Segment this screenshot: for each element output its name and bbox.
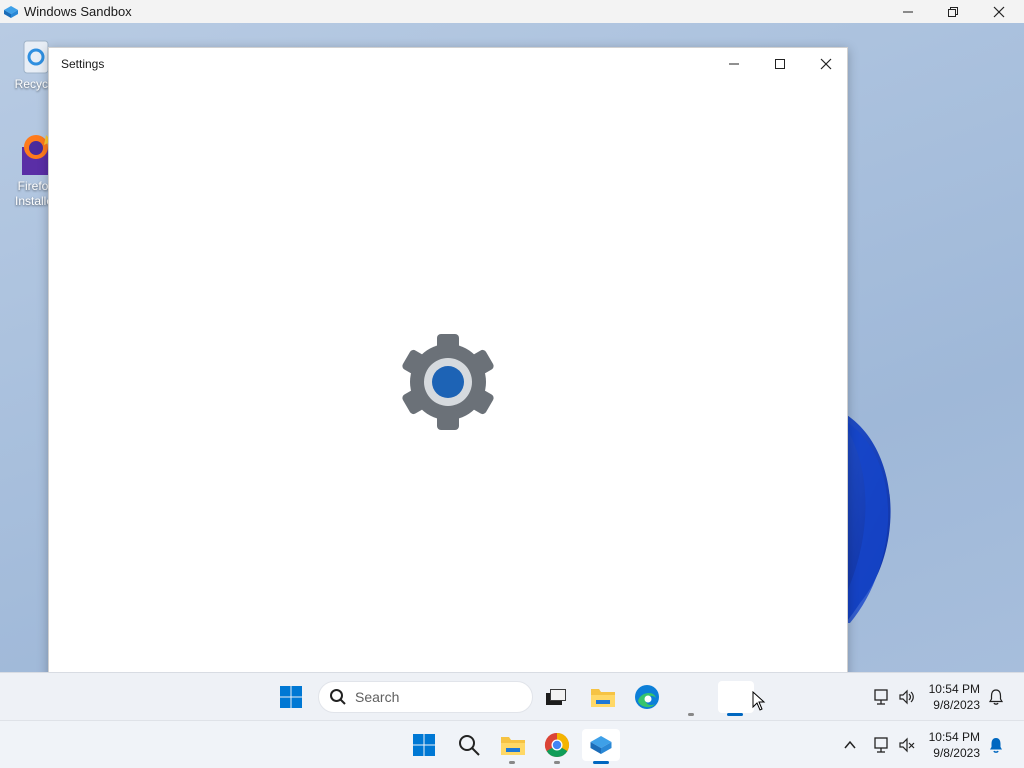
mouse-cursor-icon (752, 691, 766, 711)
minimize-icon (903, 11, 913, 12)
edge-button[interactable] (631, 681, 663, 713)
settings-window-title: Settings (61, 57, 105, 71)
host-clock[interactable]: 10:54 PM 9/8/2023 (924, 729, 980, 761)
maximize-icon (775, 59, 785, 69)
sandbox-clock[interactable]: 10:54 PM 9/8/2023 (924, 681, 980, 713)
active-app-indicator (593, 761, 609, 764)
task-view-icon (546, 689, 566, 705)
search-placeholder: Search (355, 689, 400, 705)
settings-app-button[interactable] (718, 681, 754, 713)
sandbox-taskbar: Search 10:54 PM 9/8/2023 (0, 672, 1024, 720)
sandbox-desktop: Recycle Firefox Installer Settings (0, 23, 1024, 672)
host-sandbox-button[interactable] (582, 729, 620, 761)
clock-time: 10:54 PM (928, 682, 980, 696)
running-indicator (554, 761, 560, 764)
minimize-icon (729, 63, 739, 65)
file-explorer-icon (501, 737, 525, 755)
host-window-title: Windows Sandbox (24, 4, 132, 19)
settings-close-button[interactable] (803, 48, 849, 80)
file-explorer-button[interactable] (587, 681, 619, 713)
file-explorer-icon (591, 689, 615, 707)
restore-icon (948, 6, 958, 17)
search-icon (459, 735, 480, 756)
volume-muted-icon[interactable] (898, 736, 916, 754)
close-icon (993, 6, 1005, 17)
host-file-explorer-button[interactable] (497, 729, 529, 761)
host-start-button[interactable] (408, 729, 440, 761)
close-icon (820, 58, 832, 70)
start-button[interactable] (275, 681, 307, 713)
start-icon (413, 734, 435, 756)
network-icon[interactable] (873, 736, 891, 754)
gear-icon (402, 334, 494, 430)
start-icon (280, 686, 302, 708)
network-icon[interactable] (873, 688, 891, 706)
settings-maximize-button[interactable] (757, 48, 803, 80)
taskbar-search-box[interactable]: Search (318, 681, 533, 713)
chrome-icon (544, 733, 570, 758)
active-app-indicator (727, 713, 743, 716)
task-view-button[interactable] (540, 681, 572, 713)
edge-icon (635, 685, 659, 709)
host-minimize-button[interactable] (885, 0, 931, 23)
host-taskbar: 10:54 PM 9/8/2023 (0, 720, 1024, 768)
host-search-button[interactable] (453, 729, 485, 761)
running-indicator (688, 713, 694, 716)
windows-sandbox-icon (590, 736, 612, 754)
windows-sandbox-icon (4, 6, 18, 18)
clock-date: 9/8/2023 (933, 698, 980, 712)
clock-date: 9/8/2023 (933, 746, 980, 760)
clock-time: 10:54 PM (928, 730, 980, 744)
running-indicator (509, 761, 515, 764)
host-title-bar: Windows Sandbox (0, 0, 1024, 23)
volume-icon[interactable] (898, 688, 916, 706)
host-restore-button[interactable] (930, 0, 976, 23)
notification-bell-icon[interactable] (988, 688, 1004, 706)
chevron-up-icon[interactable] (843, 738, 857, 752)
notification-bell-icon[interactable] (988, 736, 1004, 754)
settings-window: Settings (48, 47, 848, 672)
settings-minimize-button[interactable] (711, 48, 757, 80)
search-icon (330, 689, 346, 705)
host-close-button[interactable] (976, 0, 1022, 23)
host-chrome-button[interactable] (541, 729, 573, 761)
